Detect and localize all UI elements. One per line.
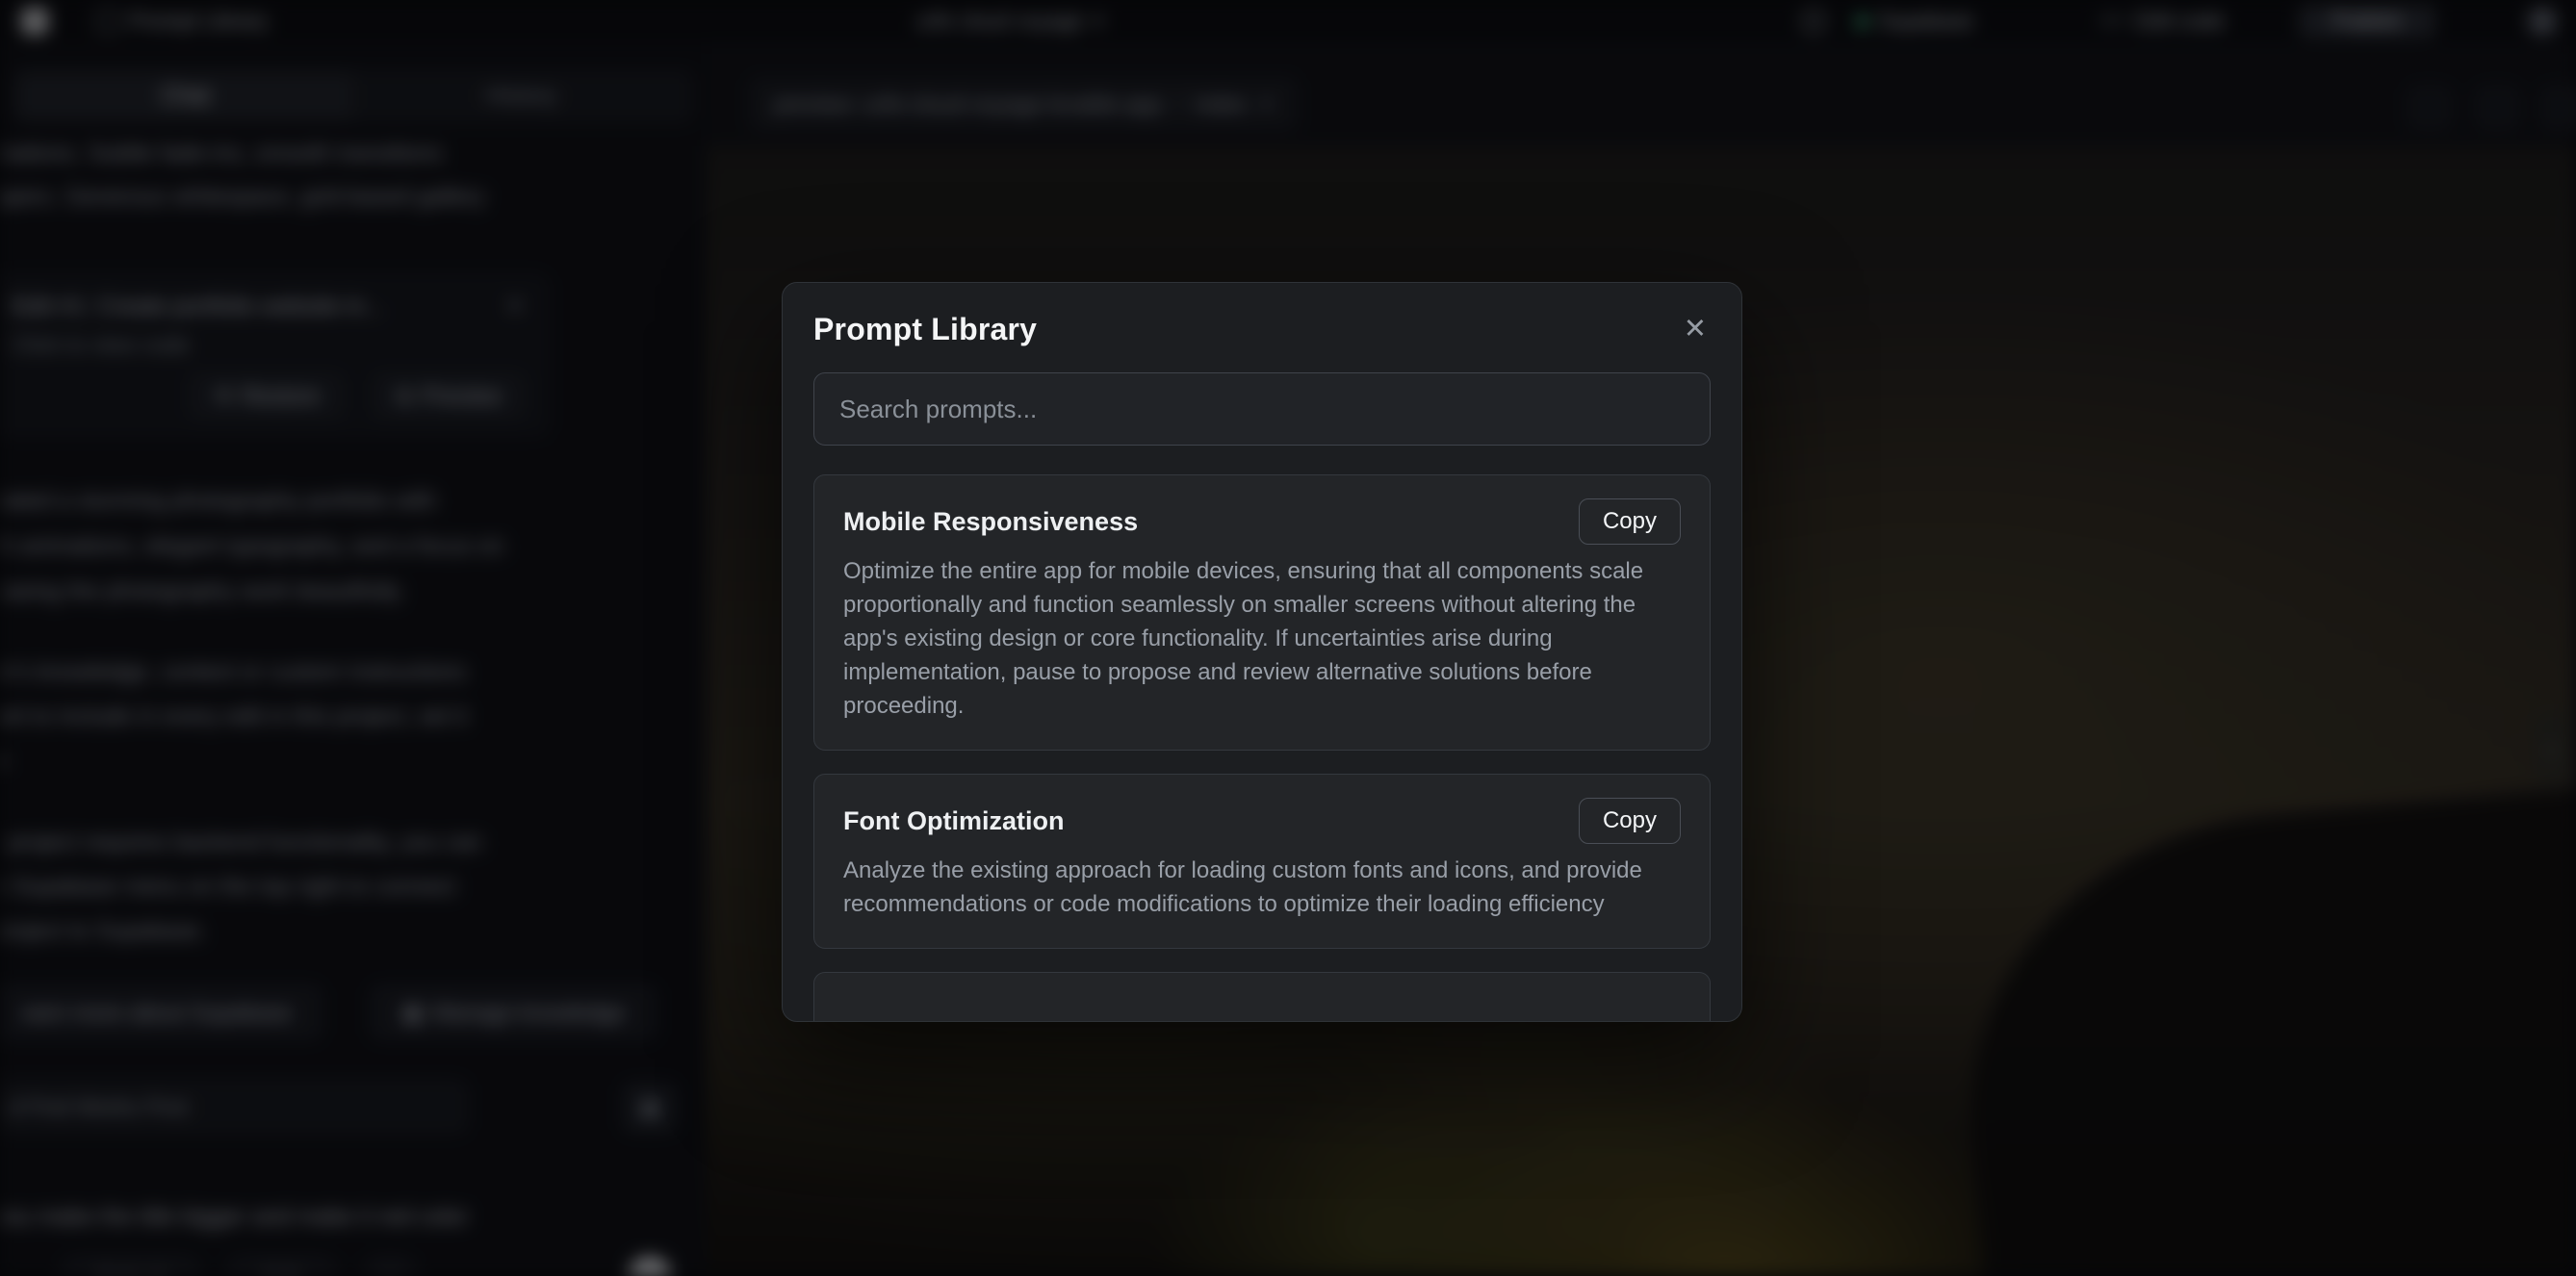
modal-title: Prompt Library <box>813 312 1037 347</box>
prompt-card-font-optimization: Font Optimization Copy Analyze the exist… <box>813 774 1711 949</box>
prompt-description: Optimize the entire app for mobile devic… <box>843 554 1681 723</box>
copy-button[interactable]: Copy <box>1579 798 1681 844</box>
prompt-title: Font Optimization <box>843 806 1064 836</box>
prompt-list: Mobile Responsiveness Copy Optimize the … <box>813 474 1711 1022</box>
copy-button[interactable]: Copy <box>1579 498 1681 545</box>
search-input[interactable] <box>813 372 1711 446</box>
close-icon[interactable]: ✕ <box>1680 312 1711 347</box>
prompt-library-modal: Prompt Library ✕ Mobile Responsiveness C… <box>782 282 1742 1022</box>
prompt-card-mobile-responsiveness: Mobile Responsiveness Copy Optimize the … <box>813 474 1711 751</box>
prompt-card-partial[interactable] <box>813 972 1711 1022</box>
prompt-description: Analyze the existing approach for loadin… <box>843 854 1681 921</box>
prompt-title: Mobile Responsiveness <box>843 507 1138 537</box>
